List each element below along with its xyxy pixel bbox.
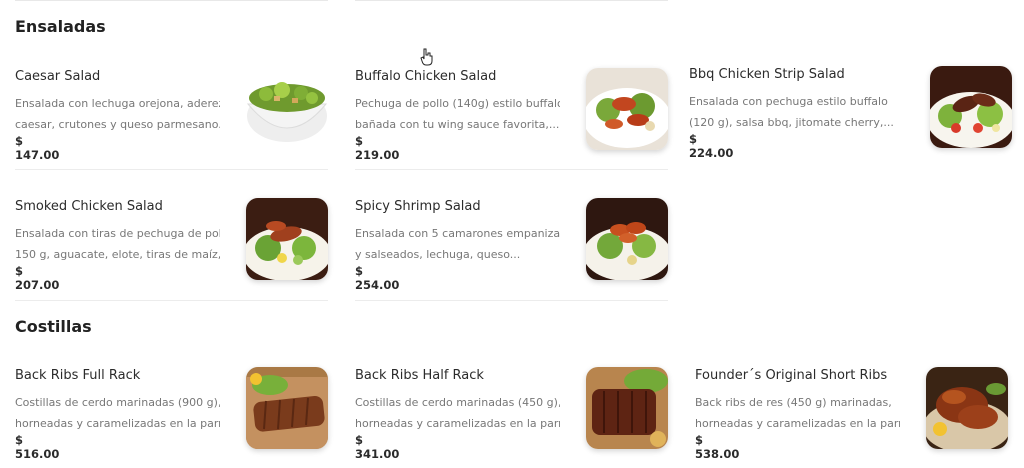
item-name: Founder´s Original Short Ribs [695,368,888,383]
item-name: Bbq Chicken Strip Salad [689,67,845,82]
item-description: Ensalada con lechuga orejona, aderezo cae… [15,97,220,131]
item-description: Costillas de cerdo marinadas (450 g), hor… [355,396,560,430]
item-description: Ensalada con 5 camarones empanizados y sa… [355,227,560,261]
back-ribs-half-rack-image[interactable] [586,367,668,449]
item-price: $ 538.00 [695,433,740,461]
item-name: Back Ribs Full Rack [15,368,141,383]
item-price: $ 207.00 [15,264,60,292]
item-description: Ensalada con pechuga estilo buffalo (120 … [689,95,894,129]
item-description: Back ribs de res (450 g) marinadas, horne… [695,396,900,430]
bbq-chicken-strip-salad-image[interactable] [930,66,1012,148]
section-title-ensaladas: Ensaladas [15,17,106,36]
row-divider [15,169,328,170]
item-price: $ 224.00 [689,132,734,160]
item-name: Spicy Shrimp Salad [355,199,481,214]
item-price: $ 516.00 [15,433,60,461]
section-title-costillas: Costillas [15,317,92,336]
row-divider [355,300,668,301]
item-name: Buffalo Chicken Salad [355,69,497,84]
previous-row-divider [355,0,668,1]
caesar-salad-image[interactable] [246,68,328,150]
item-description: Ensalada con tiras de pechuga de pollo 15… [15,227,220,261]
item-name: Caesar Salad [15,69,101,84]
smoked-chicken-salad-image[interactable] [246,198,328,280]
item-name: Back Ribs Half Rack [355,368,484,383]
item-name: Smoked Chicken Salad [15,199,163,214]
item-description: Costillas de cerdo marinadas (900 g), hor… [15,396,220,430]
row-divider [355,169,668,170]
hand-pointer-icon [420,48,434,66]
back-ribs-full-rack-image[interactable] [246,367,328,449]
previous-row-divider [15,0,328,1]
buffalo-chicken-salad-image[interactable] [586,68,668,150]
item-price: $ 254.00 [355,264,400,292]
item-price: $ 147.00 [15,134,60,162]
founders-short-ribs-image[interactable] [926,367,1008,449]
item-price: $ 341.00 [355,433,400,461]
spicy-shrimp-salad-image[interactable] [586,198,668,280]
item-description: Pechuga de pollo (140g) estilo buffalo, b… [355,97,560,131]
item-price: $ 219.00 [355,134,400,162]
row-divider [15,300,328,301]
